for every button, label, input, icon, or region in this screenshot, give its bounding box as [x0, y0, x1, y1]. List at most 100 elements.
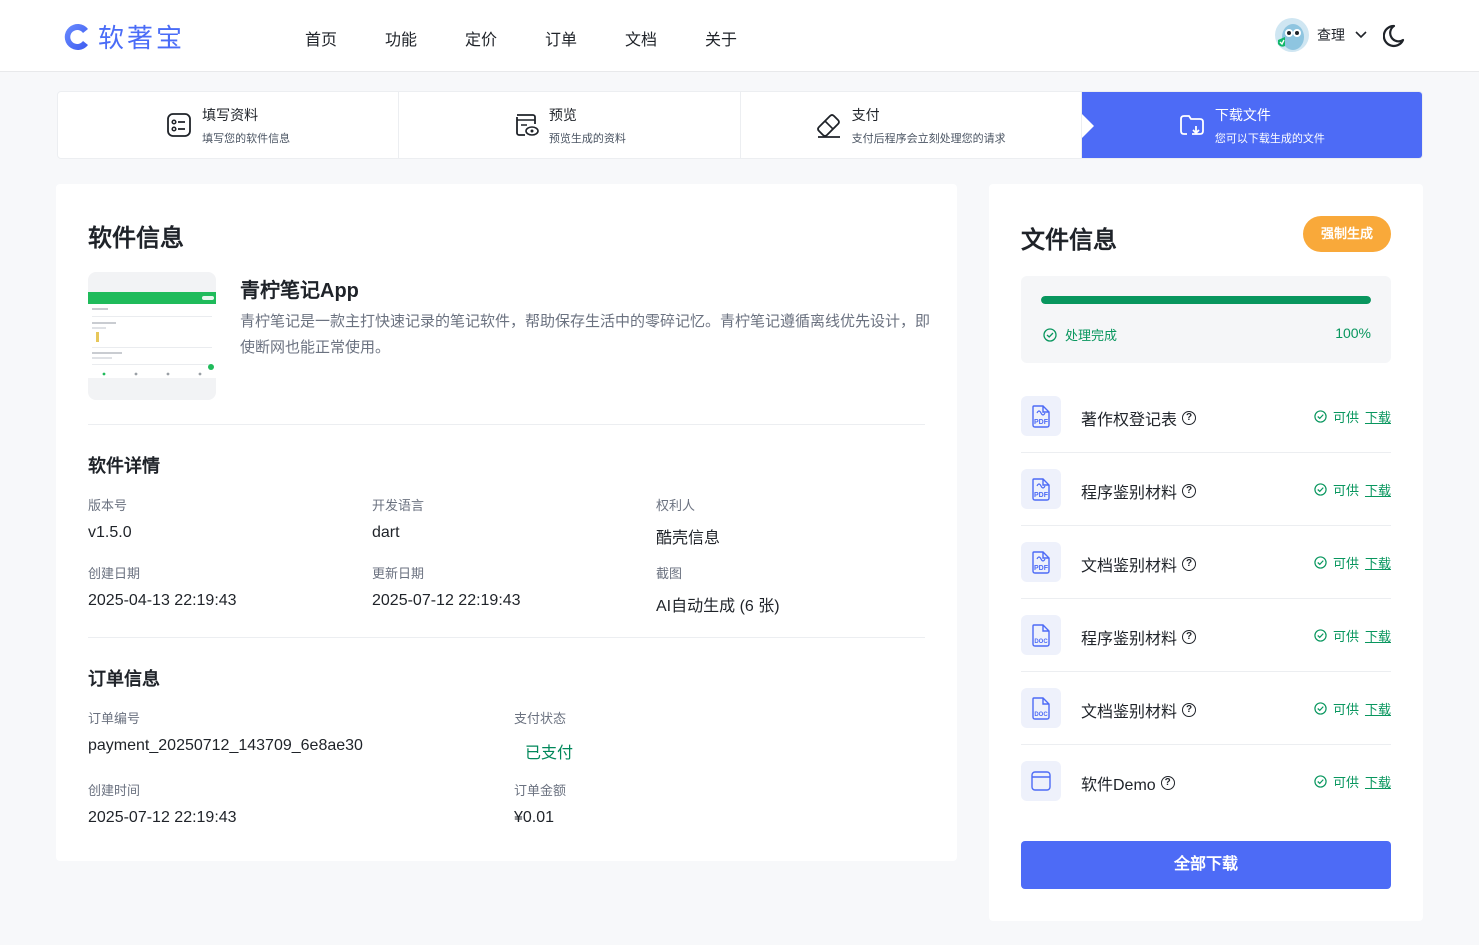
created-time-label: 创建时间	[88, 783, 141, 798]
progress-bar-fill	[1041, 296, 1371, 304]
nav-home[interactable]: 首页	[305, 26, 385, 50]
doc-file-icon: DOC	[1021, 688, 1061, 728]
step-title: 填写资料	[202, 106, 259, 123]
check-circle-icon	[1314, 629, 1327, 642]
help-icon[interactable]: ?	[1160, 776, 1175, 790]
pdf-file-icon: PDF	[1021, 542, 1061, 582]
nav-orders[interactable]: 订单	[545, 26, 625, 50]
logo-icon	[64, 23, 88, 50]
file-name-wrap: 著作权登记表?	[1081, 406, 1197, 430]
owl-avatar-icon	[1278, 24, 1304, 50]
force-generate-button[interactable]: 强制生成	[1303, 216, 1391, 252]
created-time-value: 2025-07-12 22:19:43	[88, 809, 237, 826]
dark-mode-moon-icon[interactable]	[1383, 23, 1409, 49]
file-availability: 可供 下载	[1314, 772, 1391, 791]
download-link[interactable]: 下载	[1365, 626, 1391, 645]
main-nav: 首页 功能 定价 订单 文档 关于	[305, 26, 785, 50]
created-date-label: 创建日期	[88, 566, 141, 581]
file-name: 软件Demo	[1081, 777, 1156, 794]
download-link[interactable]: 下载	[1365, 553, 1391, 572]
file-status: 可供	[1332, 483, 1359, 498]
step-preview[interactable]: 预览 预览生成的资料	[399, 92, 741, 158]
app-screenshot-thumbnail[interactable]	[88, 272, 216, 400]
logo-text: 软著宝	[98, 24, 186, 53]
pdf-file-icon: PDF	[1021, 396, 1061, 436]
app-screenshot-image	[88, 292, 216, 378]
file-name-wrap: 软件Demo?	[1081, 771, 1175, 795]
updated-date-label: 更新日期	[372, 566, 425, 581]
file-name: 文档鉴别材料	[1081, 704, 1178, 721]
chevron-down-icon	[1355, 31, 1367, 39]
app-window-icon	[1021, 761, 1061, 801]
folder-download-icon	[1179, 115, 1204, 135]
doc-file-icon: DOC	[1021, 615, 1061, 655]
software-details-title: 软件详情	[88, 456, 160, 476]
app-name: 青柠笔记App	[240, 280, 359, 302]
progress-status: 处理完成	[1043, 325, 1117, 344]
file-availability: 可供 下载	[1314, 699, 1391, 718]
nav-features[interactable]: 功能	[385, 26, 465, 50]
dev-language-value: dart	[372, 524, 400, 541]
software-info-title: 软件信息	[88, 225, 184, 252]
step-fill-info[interactable]: 填写资料 填写您的软件信息	[58, 92, 400, 158]
preview-icon	[515, 114, 539, 136]
owner-value: 酷壳信息	[656, 530, 721, 547]
svg-text:PDF: PDF	[1034, 492, 1049, 499]
updated-date-value: 2025-07-12 22:19:43	[372, 592, 521, 609]
file-availability: 可供 下载	[1314, 407, 1391, 426]
order-number-value: payment_20250712_143709_6e8ae30	[88, 737, 363, 754]
file-name: 程序鉴别材料	[1081, 631, 1178, 648]
step-download[interactable]: 下载文件 您可以下载生成的文件	[1081, 92, 1422, 158]
file-name-wrap: 程序鉴别材料?	[1081, 479, 1197, 503]
file-row: PDF 著作权登记表? 可供 下载	[1021, 380, 1391, 453]
download-link[interactable]: 下载	[1365, 480, 1391, 499]
version-value: v1.5.0	[88, 524, 132, 541]
file-row: PDF 文档鉴别材料? 可供 下载	[1021, 526, 1391, 599]
logo[interactable]: 软著宝	[62, 18, 185, 55]
progress-percent: 100%	[1335, 325, 1371, 341]
file-availability: 可供 下载	[1314, 553, 1391, 572]
user-menu[interactable]: 查理	[1275, 18, 1367, 52]
file-status: 可供	[1332, 410, 1359, 425]
step-subtitle: 支付后程序会立刻处理您的请求	[851, 132, 1006, 145]
created-date-value: 2025-04-13 22:19:43	[88, 592, 237, 609]
help-icon[interactable]: ?	[1182, 557, 1197, 571]
step-payment[interactable]: 支付支付后程序会立刻处理您的请求	[741, 92, 1082, 158]
file-status: 可供	[1332, 556, 1359, 571]
progress-panel: 处理完成 100%	[1021, 276, 1391, 363]
screenshots-label: 截图	[656, 566, 683, 581]
file-row: PDF 程序鉴别材料? 可供 下载	[1021, 453, 1391, 526]
avatar	[1275, 18, 1309, 52]
svg-text:DOC: DOC	[1034, 639, 1048, 645]
file-status: 可供	[1332, 629, 1359, 644]
step-title: 支付	[851, 106, 880, 123]
nav-docs[interactable]: 文档	[625, 26, 705, 50]
download-all-button[interactable]: 全部下载	[1021, 841, 1391, 889]
file-info-title: 文件信息	[1021, 227, 1117, 254]
progress-bar	[1041, 296, 1371, 304]
download-link[interactable]: 下载	[1365, 407, 1391, 426]
help-icon[interactable]: ?	[1182, 411, 1197, 425]
order-amount-value: ¥0.01	[514, 809, 555, 826]
file-name-wrap: 文档鉴别材料?	[1081, 552, 1197, 576]
svg-text:DOC: DOC	[1034, 712, 1048, 718]
check-circle-icon	[1314, 556, 1327, 569]
progress-steps: 填写资料 填写您的软件信息 预览 预览生成的资料 支付 支付后程序会立刻处理您的请求 …	[57, 91, 1423, 159]
divider	[88, 424, 925, 425]
help-icon[interactable]: ?	[1182, 484, 1197, 498]
help-icon[interactable]: ?	[1182, 630, 1197, 644]
progress-status-text: 处理完成	[1065, 328, 1118, 343]
step-title: 预览	[548, 106, 577, 123]
version-label: 版本号	[88, 498, 128, 513]
nav-pricing[interactable]: 定价	[465, 26, 545, 50]
download-link[interactable]: 下载	[1365, 699, 1391, 718]
file-status: 可供	[1332, 702, 1359, 717]
file-name: 程序鉴别材料	[1081, 485, 1178, 502]
help-icon[interactable]: ?	[1182, 703, 1197, 717]
nav-about[interactable]: 关于	[705, 26, 785, 50]
order-number-label: 订单编号	[88, 711, 141, 726]
file-availability: 可供 下载	[1314, 626, 1391, 645]
order-info-title: 订单信息	[88, 669, 160, 689]
download-link[interactable]: 下载	[1365, 772, 1391, 791]
file-availability: 可供 下载	[1314, 480, 1391, 499]
